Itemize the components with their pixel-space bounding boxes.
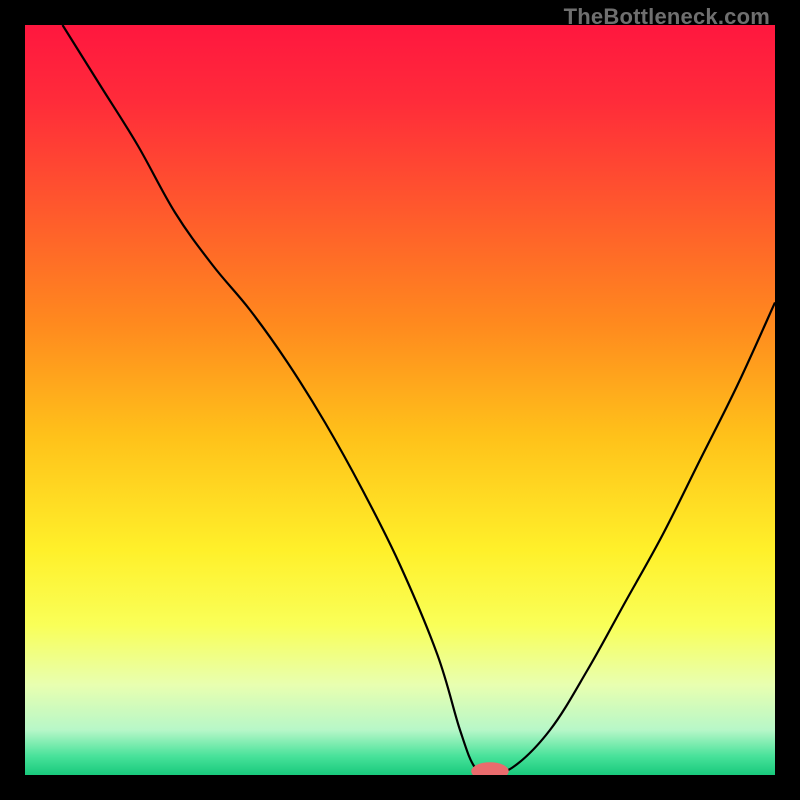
gradient-background: [25, 25, 775, 775]
chart-svg: [25, 25, 775, 775]
plot-area: [25, 25, 775, 775]
chart-frame: TheBottleneck.com: [0, 0, 800, 800]
